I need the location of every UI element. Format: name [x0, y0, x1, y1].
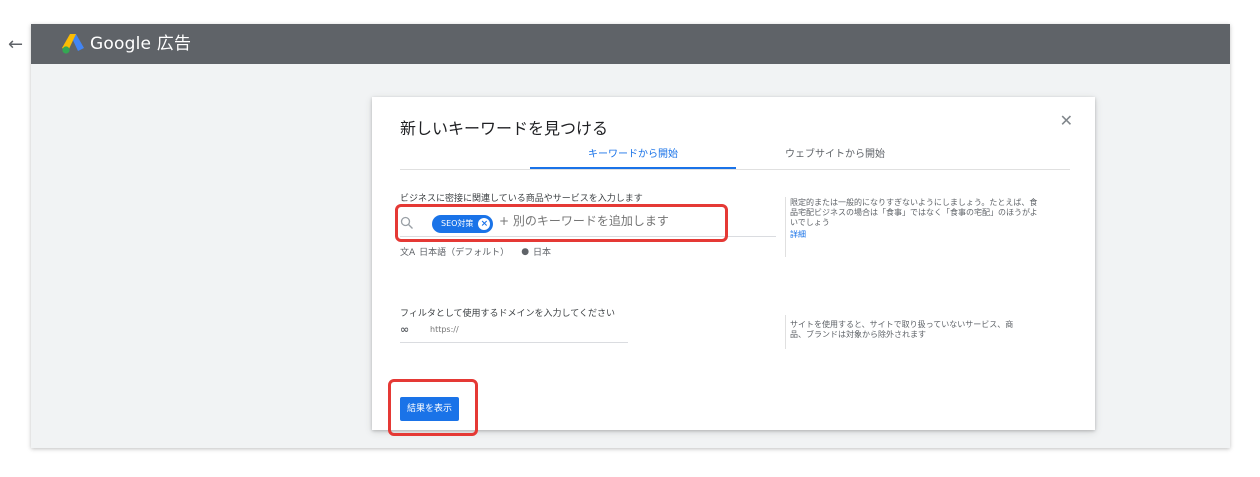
tab-start-with-keywords[interactable]: キーワードから開始: [530, 143, 736, 169]
location-selector[interactable]: 日本: [533, 245, 551, 258]
domain-input-field[interactable]: ∞: [400, 322, 628, 343]
side-divider-domain: [785, 315, 786, 349]
location-pin-icon: ●: [521, 246, 530, 257]
close-icon[interactable]: ✕: [1060, 111, 1073, 130]
back-button[interactable]: ←: [0, 24, 31, 64]
domain-label: フィルタとして使用するドメインを入力してください: [400, 309, 616, 319]
app-title: Google 広告: [90, 34, 192, 54]
tab-start-with-website[interactable]: ウェブサイトから開始: [740, 143, 930, 167]
google-ads-logo: [62, 34, 84, 54]
highlight-box-button: [388, 379, 478, 436]
top-app-bar: Google 広告: [31, 24, 1230, 64]
tab-bar: キーワードから開始 ウェブサイトから開始: [400, 143, 1070, 170]
link-icon: ∞: [400, 323, 410, 336]
translate-icon[interactable]: 文A: [400, 245, 415, 258]
learn-more-link[interactable]: 詳細: [790, 230, 806, 239]
highlight-box-keywords: [395, 204, 728, 242]
app-window: Google 広告 新しいキーワードを見つける ✕ キーワードから開始 ウェブサ…: [31, 24, 1230, 448]
domain-input[interactable]: [428, 324, 622, 335]
language-selector[interactable]: 日本語（デフォルト）: [419, 245, 509, 258]
keyword-discovery-dialog: 新しいキーワードを見つける ✕ キーワードから開始 ウェブサイトから開始 ビジネ…: [372, 97, 1095, 436]
arrow-left-icon: ←: [7, 33, 24, 55]
language-location-row: 文A 日本語（デフォルト） ● 日本: [400, 245, 551, 259]
keywords-label: ビジネスに密接に関連している商品やサービスを入力します: [400, 194, 643, 204]
dialog-title: 新しいキーワードを見つける: [400, 119, 609, 138]
keyword-hint-text: 限定的または一般的になりすぎないようにしましょう。たとえば、食品宅配ビジネスの場…: [790, 198, 1038, 227]
domain-hint: サイトを使用すると、サイトで取り扱っていないサービス、商品、ブランドは対象から除…: [790, 320, 1014, 339]
keyword-hint: 限定的または一般的になりすぎないようにしましょう。たとえば、食品宅配ビジネスの場…: [790, 198, 1040, 240]
side-divider: [785, 197, 786, 257]
